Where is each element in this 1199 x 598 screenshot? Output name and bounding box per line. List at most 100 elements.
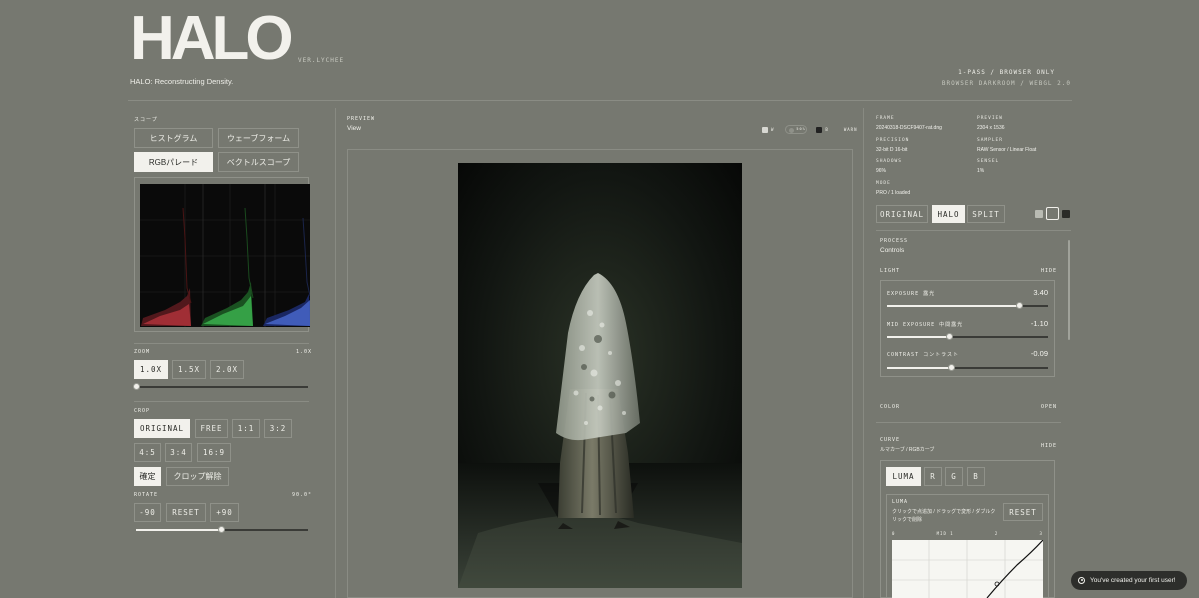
tagline: HALO: Reconstructing Density. <box>130 77 234 86</box>
exposure-slider-handle[interactable] <box>1016 302 1023 309</box>
zoom-2x-button[interactable]: 2.0X <box>210 360 244 379</box>
zoom-1-5x-button[interactable]: 1.5X <box>172 360 206 379</box>
meta-sampler-key: SAMPLER <box>977 138 1003 143</box>
rgb-parade-graph <box>140 184 310 327</box>
curve-subtitle: ルマカーブ / RGBカーブ <box>880 447 935 453</box>
gray-swatch-toggle[interactable]: 50% <box>785 125 808 134</box>
header-divider <box>128 100 1072 101</box>
view-halo-button[interactable]: HALO <box>932 205 965 223</box>
curve-axis-2: 2 <box>994 531 999 536</box>
mode-line-1: 1-PASS / BROWSER ONLY <box>958 69 1055 76</box>
gray-swatch-icon <box>789 127 795 133</box>
crop-3-4-button[interactable]: 3:4 <box>165 443 192 462</box>
mid-exposure-slider-handle[interactable] <box>946 333 953 340</box>
zoom-slider[interactable] <box>136 386 308 388</box>
version-label: VER.LYCHEE <box>298 57 345 64</box>
meta-precision-value: 32-bit D 16-bit <box>876 147 908 153</box>
scope-histogram-button[interactable]: ヒストグラム <box>134 128 213 148</box>
rotate-slider-handle[interactable] <box>218 526 225 533</box>
black-swatch-icon[interactable] <box>816 126 823 133</box>
curve-divider <box>876 422 1061 423</box>
warn-label[interactable]: WARN <box>844 127 858 132</box>
zoom-divider <box>134 343 309 344</box>
black-swatch-label: B <box>825 127 829 132</box>
crop-original-button[interactable]: ORIGINAL <box>134 419 190 438</box>
curve-axis-mid: MID 1 <box>936 531 954 536</box>
preview-swatches: W 50% B WARN <box>762 125 857 134</box>
curve-g-button[interactable]: G <box>945 467 963 486</box>
view-split-button[interactable]: SPLIT <box>967 205 1005 223</box>
meta-shadows-value: 96% <box>876 168 887 174</box>
scope-rgb-parade-button[interactable]: RGBパレード <box>134 152 213 172</box>
toast-text: You've created your first user! <box>1090 577 1176 584</box>
luma-label: LUMA <box>892 499 909 505</box>
process-title: Controls <box>880 247 905 254</box>
meta-mode-value: PRO / 1 loaded <box>876 190 911 196</box>
curve-reset-button[interactable]: RESET <box>1003 503 1043 521</box>
process-label: PROCESS <box>880 238 909 244</box>
mid-exposure-label: MID EXPOSURE 中間露光 <box>887 322 964 328</box>
curve-b-button[interactable]: B <box>967 467 985 486</box>
contrast-value: -0.09 <box>1030 349 1048 358</box>
bg-dark-swatch-icon[interactable] <box>1062 210 1070 218</box>
zoom-1x-button[interactable]: 1.0X <box>134 360 168 379</box>
curve-title: CURVE <box>880 437 901 443</box>
meta-sensel-key: SENSEL <box>977 159 1000 164</box>
preview-label: PREVIEW <box>347 116 376 122</box>
meta-frame-key: FRAME <box>876 116 895 121</box>
curve-luma-button[interactable]: LUMA <box>886 467 921 486</box>
zoom-title: ZOOM <box>134 349 151 355</box>
meta-sampler-value: RAW Sensor / Linear Float <box>977 147 1037 153</box>
gray-swatch-label: 50% <box>796 127 806 131</box>
crop-confirm-button[interactable]: 確定 <box>134 467 161 486</box>
preview-image[interactable] <box>458 163 742 588</box>
zoom-slider-handle[interactable] <box>133 383 140 390</box>
crop-4-5-button[interactable]: 4:5 <box>134 443 161 462</box>
exposure-slider-fill <box>887 305 1020 307</box>
crop-1-1-button[interactable]: 1:1 <box>232 419 260 438</box>
meta-mode-key: MODE <box>876 181 891 186</box>
white-swatch-label: W <box>771 127 775 132</box>
contrast-slider-fill <box>887 367 952 369</box>
color-toggle[interactable]: OPEN <box>1041 404 1057 410</box>
exposure-label: EXPOSURE 露光 <box>887 291 936 297</box>
view-original-button[interactable]: ORIGINAL <box>876 205 928 223</box>
crop-divider <box>134 401 309 402</box>
meta-sensel-value: 1% <box>977 168 985 174</box>
meta-preview-value: 2304 x 1536 <box>977 125 1005 131</box>
curve-graph[interactable] <box>892 540 1043 598</box>
rotate-reset-button[interactable]: RESET <box>166 503 206 522</box>
contrast-label: CONTRAST コントラスト <box>887 352 959 358</box>
preview-title: View <box>347 125 361 132</box>
rotate-minus-90-button[interactable]: -90 <box>134 503 161 522</box>
rotate-value: 90.0° <box>292 492 313 498</box>
crop-reset-button[interactable]: クロップ解除 <box>166 467 229 486</box>
mid-exposure-slider-fill <box>887 336 950 338</box>
scope-vectorscope-button[interactable]: ベクトルスコープ <box>218 152 299 172</box>
crop-free-button[interactable]: FREE <box>195 419 228 438</box>
scope-title: スコープ <box>134 117 158 123</box>
crop-16-9-button[interactable]: 16:9 <box>197 443 231 462</box>
bg-gray-swatch-icon[interactable] <box>1046 207 1059 220</box>
crop-3-2-button[interactable]: 3:2 <box>264 419 292 438</box>
curve-graph-svg <box>892 540 1043 598</box>
curve-axis: 0 MID 1 2 3 <box>892 531 1043 536</box>
curve-axis-3: 3 <box>1039 531 1043 536</box>
light-toggle[interactable]: HIDE <box>1041 268 1057 274</box>
white-swatch-icon[interactable] <box>762 126 768 133</box>
controls-scrollbar[interactable] <box>1068 240 1070 340</box>
bg-light-swatch-icon[interactable] <box>1035 210 1043 218</box>
right-column-divider <box>863 108 864 598</box>
mode-line-2: BROWSER DARKROOM / WEBGL 2.0 <box>941 80 1071 87</box>
curve-toggle[interactable]: HIDE <box>1041 443 1057 449</box>
curve-r-button[interactable]: R <box>924 467 942 486</box>
light-title: LIGHT <box>880 268 901 274</box>
contrast-slider-handle[interactable] <box>948 364 955 371</box>
curve-axis-0: 0 <box>892 531 896 536</box>
scope-waveform-button[interactable]: ウェーブフォーム <box>218 128 299 148</box>
toast-notification[interactable]: You've created your first user! <box>1071 571 1187 590</box>
rotate-plus-90-button[interactable]: +90 <box>210 503 239 522</box>
mid-exposure-value: -1.10 <box>1030 319 1048 328</box>
exposure-value: 3.40 <box>1033 288 1048 297</box>
curve-hint: クリックで点追加 / ドラッグで変形 / ダブルクリックで削除 <box>892 509 996 523</box>
